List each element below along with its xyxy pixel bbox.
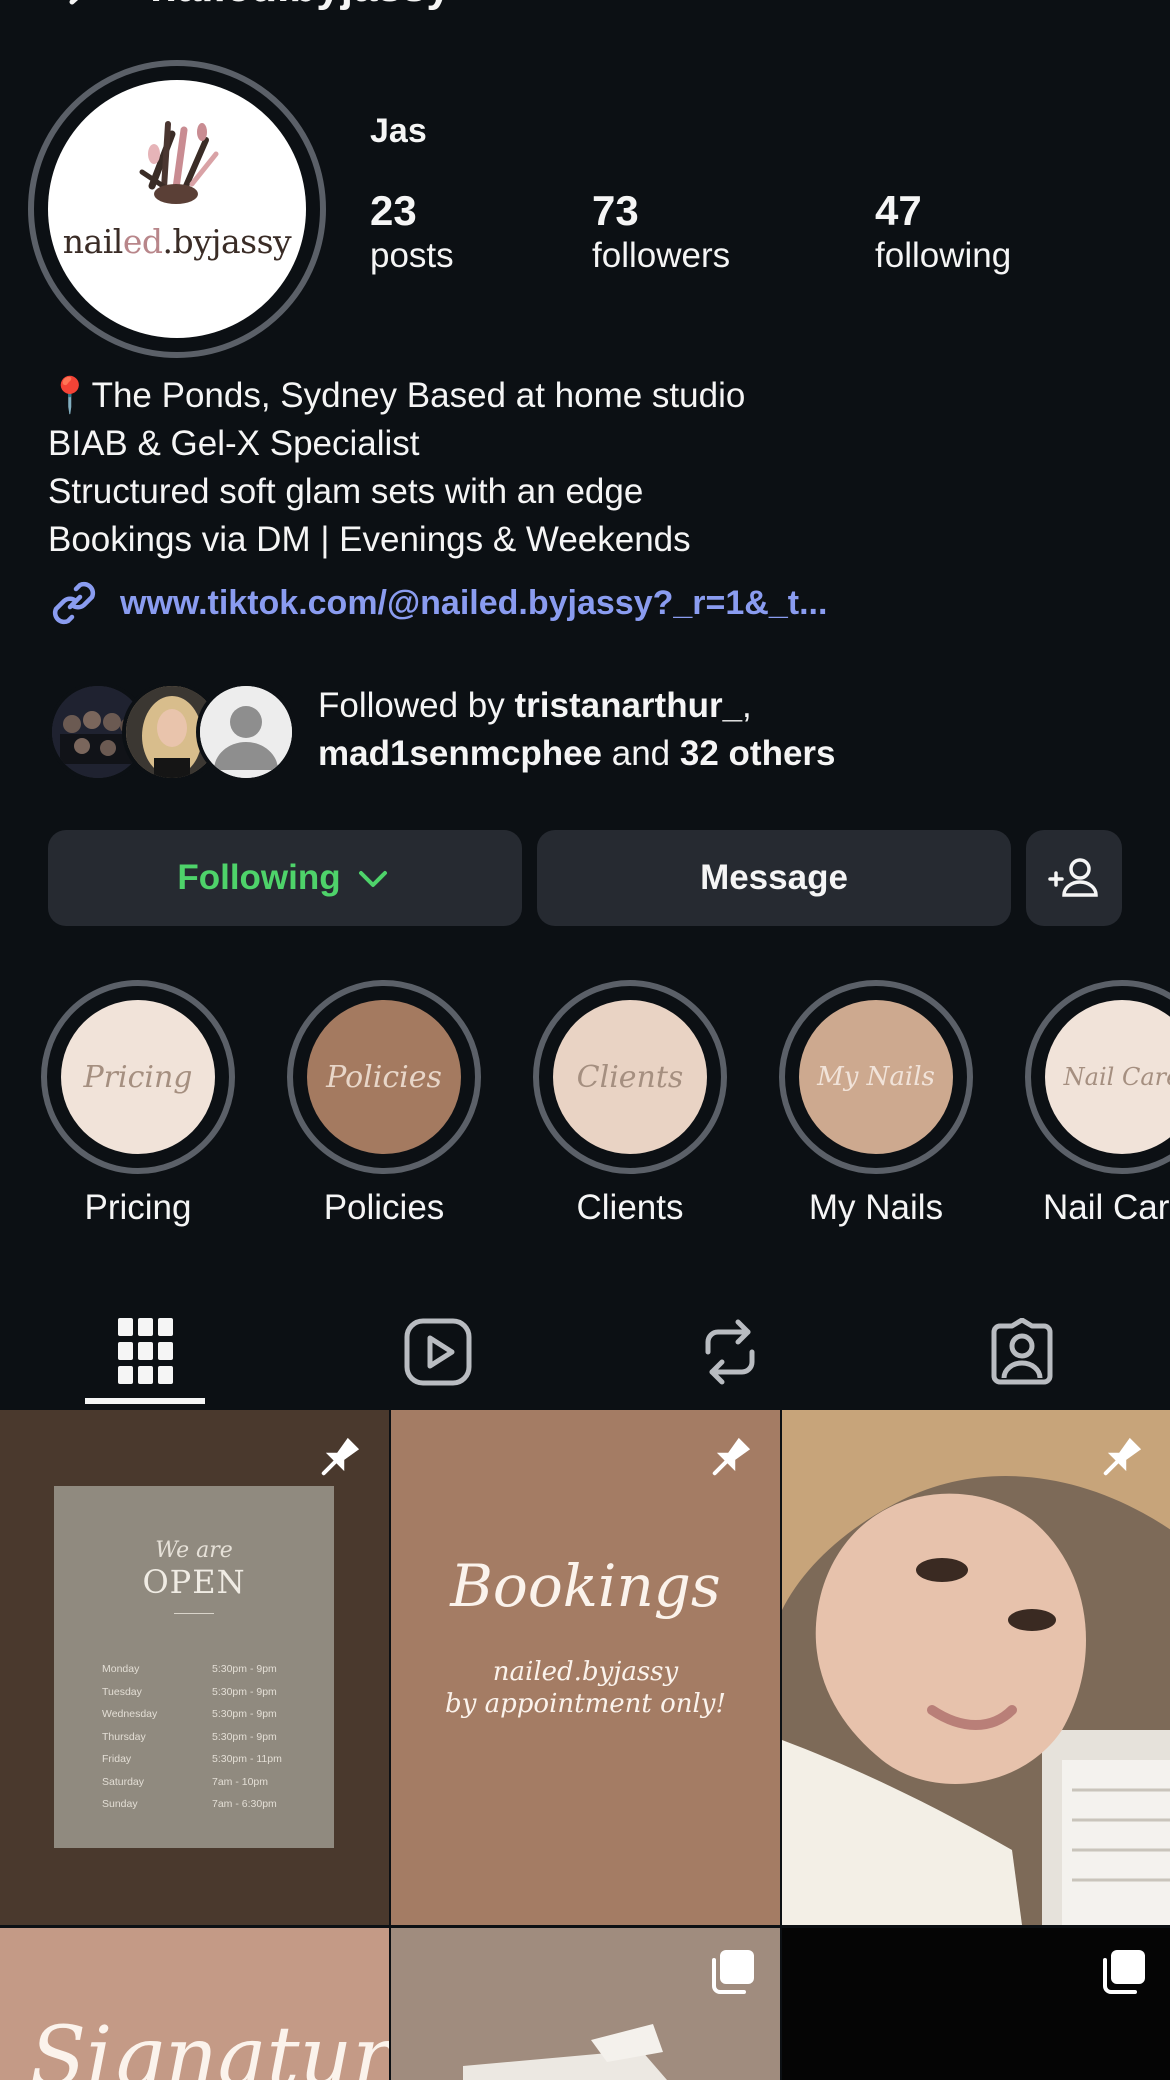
reels-icon — [404, 1318, 472, 1386]
posts-grid-icon — [118, 1318, 173, 1384]
open-text: OPEN — [142, 1563, 246, 1601]
pin-icon — [712, 1437, 751, 1476]
avatar[interactable]: nailed.byjassy — [48, 80, 306, 338]
suggested-users-button[interactable] — [1026, 830, 1122, 926]
back-arrow-icon[interactable] — [60, 0, 100, 22]
bookings-subtitle: nailed.byjassy by appointment only! — [445, 1657, 726, 1719]
following-count: 47 — [875, 187, 922, 234]
post-selfie[interactable] — [782, 1410, 1170, 1925]
highlight-cover: Nail Care — [1045, 1000, 1170, 1154]
posts-label: posts — [370, 236, 454, 275]
highlight-ring: My Nails — [779, 980, 973, 1174]
highlight-ring: Nail Care — [1025, 980, 1170, 1174]
open-hours-card: We are OPEN Monday 5:30pm - 9pm Tuesday 5:… — [54, 1486, 334, 1848]
post-dark[interactable] — [782, 1928, 1170, 2080]
link-icon — [52, 581, 96, 625]
highlight-cover: Clients — [553, 1000, 707, 1154]
post-carousel[interactable] — [391, 1928, 780, 2080]
highlight-ring: Pricing — [41, 980, 235, 1174]
highlight-ring: Policies — [287, 980, 481, 1174]
followed-by-text[interactable]: Followed by tristanarthur_, mad1senmcphe… — [318, 682, 836, 778]
highlight-nail-care[interactable]: Nail Care Nail Care — [1025, 980, 1170, 1228]
we-are-text: We are — [155, 1538, 233, 1563]
mutual-followers-avatars[interactable] — [48, 682, 298, 782]
tab-tagged[interactable] — [876, 1300, 1168, 1404]
divider — [174, 1613, 214, 1614]
highlight-label: Policies — [323, 1188, 445, 1227]
message-button[interactable]: Message — [537, 830, 1011, 926]
highlight-policies[interactable]: Policies Policies — [287, 980, 481, 1228]
highlight-ring: Clients — [533, 980, 727, 1174]
highlight-label: Clients — [576, 1188, 684, 1227]
post-bookings[interactable]: Bookings nailed.byjassy by appointment o… — [391, 1410, 780, 1925]
avatar-logo-text: nailed.byjassy — [62, 222, 292, 261]
carousel-icon — [712, 1950, 754, 1994]
highlight-cover: Policies — [307, 1000, 461, 1154]
following-stat[interactable]: 47 following — [875, 188, 1011, 278]
followers-count: 73 — [592, 187, 639, 234]
bio-line: Structured soft glam sets with an edge — [48, 472, 644, 511]
signature-text: Signature — [30, 2010, 389, 2080]
highlight-my-nails[interactable]: My Nails My Nails — [779, 980, 973, 1228]
bio: 📍The Ponds, Sydney Based at home studio … — [48, 372, 745, 564]
highlight-cover: Pricing — [61, 1000, 215, 1154]
pin-icon — [1103, 1437, 1142, 1476]
bio-link[interactable]: www.tiktok.com/@nailed.byjassy?_r=1&_t..… — [48, 578, 827, 628]
highlight-cover: My Nails — [799, 1000, 953, 1154]
bio-link-text[interactable]: www.tiktok.com/@nailed.byjassy?_r=1&_t..… — [120, 584, 827, 623]
post-open-hours[interactable]: We are OPEN Monday 5:30pm - 9pm Tuesday 5:… — [0, 1410, 389, 1925]
tab-reposts[interactable] — [584, 1300, 876, 1404]
pin-icon — [321, 1437, 360, 1476]
following-button-label: Following — [177, 858, 341, 897]
active-tab-indicator — [85, 1398, 205, 1404]
profile-username: nailed.byjassy — [150, 0, 451, 12]
display-name: Jas — [370, 112, 427, 150]
open-hours-list: Monday 5:30pm - 9pm Tuesday 5:30pm - 9pm W… — [102, 1663, 282, 1810]
following-label: following — [875, 236, 1012, 275]
add-user-icon — [1048, 858, 1098, 897]
post-signature[interactable]: Signature — [0, 1928, 389, 2080]
tab-reels[interactable] — [292, 1300, 584, 1404]
bookings-title: Bookings — [450, 1552, 721, 1620]
bio-line: Bookings via DM | Evenings & Weekends — [48, 520, 691, 559]
brushes-logo-icon — [139, 121, 219, 204]
message-button-label: Message — [700, 858, 848, 897]
followers-label: followers — [592, 236, 731, 275]
mutual-avatar-default — [196, 682, 296, 782]
highlight-label: Pricing — [84, 1188, 192, 1227]
posts-stat[interactable]: 23 posts — [370, 188, 454, 278]
tab-posts[interactable] — [0, 1300, 292, 1404]
highlight-clients[interactable]: Clients Clients — [533, 980, 727, 1228]
tagged-icon — [991, 1318, 1053, 1385]
posts-count: 23 — [370, 187, 417, 234]
highlight-label: Nail Care — [1043, 1188, 1170, 1227]
following-button[interactable]: Following — [48, 830, 522, 926]
bio-line: BIAB & Gel-X Specialist — [48, 424, 420, 463]
reposts-icon — [705, 1319, 755, 1385]
followers-stat[interactable]: 73 followers — [592, 188, 730, 278]
highlight-pricing[interactable]: Pricing Pricing — [41, 980, 235, 1228]
highlight-label: My Nails — [808, 1188, 944, 1227]
chevron-down-icon — [358, 871, 387, 887]
carousel-icon — [1103, 1950, 1145, 1994]
selfie-photo — [782, 1410, 1170, 1925]
threads-icon[interactable] — [910, 0, 970, 16]
bio-line: 📍The Ponds, Sydney Based at home studio — [48, 376, 746, 415]
